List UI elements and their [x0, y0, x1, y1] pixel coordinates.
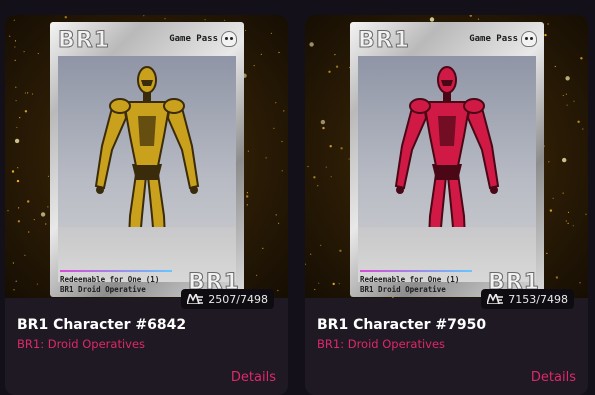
rainbow-divider: [360, 270, 472, 272]
redeem-text: Redeemable for One (1) BR1 Droid Operati…: [360, 275, 490, 295]
magic-eden-icon: [487, 294, 504, 304]
collection-name[interactable]: BR1: Droid Operatives: [17, 337, 145, 351]
skull-icon: [521, 31, 537, 47]
br1-logo: BR1: [357, 28, 411, 54]
nft-card-7950[interactable]: BR1 Game Pass Redeemable for One (1) BR1…: [305, 15, 588, 395]
game-pass-label: Game Pass: [469, 34, 518, 44]
nft-artwork[interactable]: BR1 Game Pass Redeemable for One (1) BR1…: [305, 15, 588, 298]
rainbow-divider: [60, 270, 172, 272]
nft-title[interactable]: BR1 Character #7950: [317, 317, 486, 333]
edition-count: 7153/7498: [508, 292, 568, 306]
edition-count-badge: 2507/7498: [181, 289, 274, 309]
redeem-text: Redeemable for One (1) BR1 Droid Operati…: [60, 275, 190, 295]
game-pass-frame: BR1 Game Pass Redeemable for One (1) BR1…: [50, 22, 244, 297]
character-scene: [58, 56, 236, 282]
redeem-line-2: BR1 Droid Operative: [360, 285, 446, 294]
edition-count: 2507/7498: [208, 292, 268, 306]
skull-icon: [221, 31, 237, 47]
details-link[interactable]: Details: [231, 370, 276, 385]
details-link[interactable]: Details: [531, 370, 576, 385]
edition-count-badge: 7153/7498: [481, 289, 574, 309]
redeem-line-2: BR1 Droid Operative: [60, 285, 146, 294]
collection-name[interactable]: BR1: Droid Operatives: [317, 337, 445, 351]
game-pass-label: Game Pass: [169, 34, 218, 44]
redeem-line-1: Redeemable for One (1): [360, 275, 460, 284]
magic-eden-icon: [187, 294, 204, 304]
game-pass-frame: BR1 Game Pass Redeemable for One (1) BR1…: [350, 22, 544, 297]
nft-artwork[interactable]: BR1 Game Pass Redeemable for One (1) BR1…: [5, 15, 288, 298]
character-scene: [358, 56, 536, 282]
nft-title[interactable]: BR1 Character #6842: [17, 317, 186, 333]
redeem-line-1: Redeemable for One (1): [60, 275, 160, 284]
nft-card-6842[interactable]: BR1 Game Pass Redeemable for One (1) BR1…: [5, 15, 288, 395]
br1-logo: BR1: [57, 28, 111, 54]
